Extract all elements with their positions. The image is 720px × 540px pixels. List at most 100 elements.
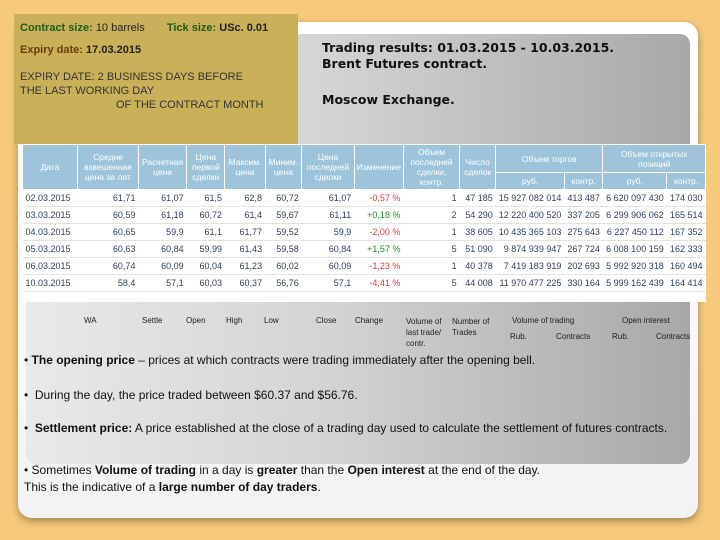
- cell-last-vol: 1: [403, 189, 460, 207]
- cell-vol-contracts: 202 693: [564, 257, 603, 275]
- expiry-note-line3: OF THE CONTRACT MONTH: [116, 99, 264, 111]
- legend-close: Close: [316, 316, 337, 325]
- cell-wa: 60,74: [77, 257, 139, 275]
- cell-settle: 59,9: [138, 223, 187, 241]
- bullet-opening-price-text: – prices at which contracts were trading…: [134, 353, 536, 367]
- header-trades: Число сделок: [459, 144, 497, 190]
- results-table-wrap: Дата Средне взвешенная цена за лот Расче…: [22, 143, 706, 302]
- cell-high: 60,37: [224, 274, 266, 292]
- cell-open: 61,5: [186, 189, 225, 207]
- table-row: 05.03.2015 60,63 60,84 59,99 61,43 59,58 60,84…: [22, 240, 706, 258]
- cell-wa: 60,63: [77, 240, 139, 258]
- expiry-note-line1: EXPIRY DATE: 2 BUSINESS DAYS BEFORE: [20, 71, 243, 83]
- expiry-value: 17.03.2015: [86, 44, 142, 56]
- page-title: Trading results: 01.03.2015 - 10.03.2015…: [322, 40, 614, 72]
- cell-last-vol: 2: [403, 206, 460, 224]
- cell-low: 59,52: [265, 223, 302, 241]
- tick-size-label: Tick size:: [166, 22, 217, 34]
- cell-close: 59,9: [301, 223, 355, 241]
- bullet-opening-price: • The opening price – prices at which co…: [24, 353, 536, 367]
- cell-oi-contracts: 164 414: [666, 274, 706, 292]
- cell-settle: 61,07: [138, 189, 187, 207]
- table-row: 10.03.2015 58,4 57,1 60,03 60,37 56,76 57,1 -4,…: [22, 274, 706, 292]
- cell-vol-contracts: 413 487: [564, 189, 603, 207]
- cell-vol-contracts: 267 724: [564, 240, 603, 258]
- cell-wa: 60,65: [77, 223, 139, 241]
- expiry-note: EXPIRY DATE: 2 BUSINESS DAYS BEFORE THE …: [20, 70, 292, 112]
- cell-trades: 54 290: [459, 206, 496, 224]
- cell-oi-contracts: 160 494: [666, 257, 706, 275]
- bullet-price-range-text: During the day, the price traded between…: [34, 388, 358, 402]
- legend-last-vol-3: contr.: [406, 339, 426, 348]
- legend-low: Low: [264, 316, 279, 325]
- cell-last-vol: 1: [403, 257, 460, 275]
- bullet-price-range: • During the day, the price traded betwe…: [24, 388, 358, 402]
- cell-trades: 47 185: [459, 189, 496, 207]
- table-header-row: Дата Средне взвешенная цена за лот Расче…: [22, 143, 706, 190]
- cell-low: 59,67: [265, 206, 302, 224]
- cell-close: 60,09: [301, 257, 355, 275]
- header-volume-group: Объем торгов: [495, 143, 604, 174]
- header-last-vol: Объем последней сделки, контр.: [402, 144, 461, 190]
- header-oi-rub: руб.: [602, 172, 668, 190]
- cell-close: 61,07: [301, 189, 355, 207]
- cell-open: 60,03: [186, 274, 225, 292]
- cell-close: 60,84: [301, 240, 355, 258]
- bullet-volume-mid1: in a day is: [196, 463, 257, 477]
- bullet-indicative-post: .: [317, 480, 321, 494]
- cell-vol-rub: 11 970 477 225: [495, 274, 565, 292]
- cell-change: -2,00 %: [354, 223, 404, 241]
- cell-trades: 40 378: [459, 257, 496, 275]
- bullet-volume-term: Volume of trading: [94, 463, 197, 477]
- header-change: Изменение: [353, 144, 404, 190]
- bullet-settlement-text: A price established at the close of a tr…: [132, 421, 668, 435]
- legend-rub-1: Rub.: [510, 332, 527, 341]
- cell-vol-contracts: 275 643: [564, 223, 603, 241]
- cell-vol-rub: 9 874 939 947: [495, 240, 565, 258]
- cell-date: 05.03.2015: [22, 240, 78, 258]
- cell-wa: 60,59: [77, 206, 139, 224]
- tick-size-value: USc. 0.01: [219, 22, 269, 34]
- bullet-volume-greater: greater: [256, 463, 298, 477]
- legend-trades-2: Trades: [452, 328, 477, 337]
- cell-wa: 61,71: [77, 189, 139, 207]
- cell-close: 57,1: [301, 274, 355, 292]
- cell-last-vol: 1: [403, 223, 460, 241]
- cell-high: 62,8: [224, 189, 266, 207]
- cell-vol-contracts: 330 164: [564, 274, 603, 292]
- header-vol-rub: руб.: [495, 172, 565, 190]
- cell-open: 61,1: [186, 223, 225, 241]
- cell-date: 10.03.2015: [22, 274, 78, 292]
- legend-trades-1: Number of: [452, 317, 490, 326]
- expiry-note-line2: THE LAST WORKING DAY: [20, 85, 155, 97]
- legend-last-vol: Volume of last trade/ contr.: [406, 316, 442, 349]
- cell-low: 60,02: [265, 257, 302, 275]
- cell-trades: 44 008: [459, 274, 496, 292]
- bullet-indicative-pre: This is the indicative of a: [24, 480, 159, 494]
- cell-high: 61,43: [224, 240, 266, 258]
- header-settle: Расчетная цена: [137, 144, 188, 190]
- cell-settle: 57,1: [138, 274, 187, 292]
- bullet-opening-price-term: The opening price: [31, 353, 135, 367]
- contract-info-box: Contract size: 10 barrels Tick size: USc…: [14, 14, 298, 144]
- header-oi-contracts: контр.: [666, 172, 706, 190]
- cell-close: 61,11: [301, 206, 355, 224]
- cell-vol-rub: 15 927 082 014: [495, 189, 565, 207]
- cell-oi-rub: 6 299 906 062: [602, 206, 667, 224]
- header-close: Цена последней сделки: [301, 144, 355, 190]
- cell-open: 60,04: [186, 257, 225, 275]
- cell-vol-rub: 12 220 400 520: [495, 206, 565, 224]
- bullet-volume-line1: • Sometimes Volume of trading in a day i…: [24, 463, 541, 477]
- cell-change: +0,18 %: [354, 206, 404, 224]
- cell-high: 61,77: [224, 223, 266, 241]
- cell-settle: 60,84: [138, 240, 187, 258]
- cell-open: 59,99: [186, 240, 225, 258]
- expiry-row: Expiry date: 17.03.2015: [20, 44, 292, 56]
- bullet-volume-mid2: than the: [297, 463, 348, 477]
- legend-wa: WA: [84, 316, 97, 325]
- header-wa: Средне взвешенная цена за лот: [77, 144, 139, 190]
- cell-vol-rub: 10 435 365 103: [495, 223, 565, 241]
- cell-date: 02.03.2015: [22, 189, 78, 207]
- contract-size-value: 10 barrels: [95, 22, 145, 34]
- cell-oi-contracts: 167 352: [666, 223, 706, 241]
